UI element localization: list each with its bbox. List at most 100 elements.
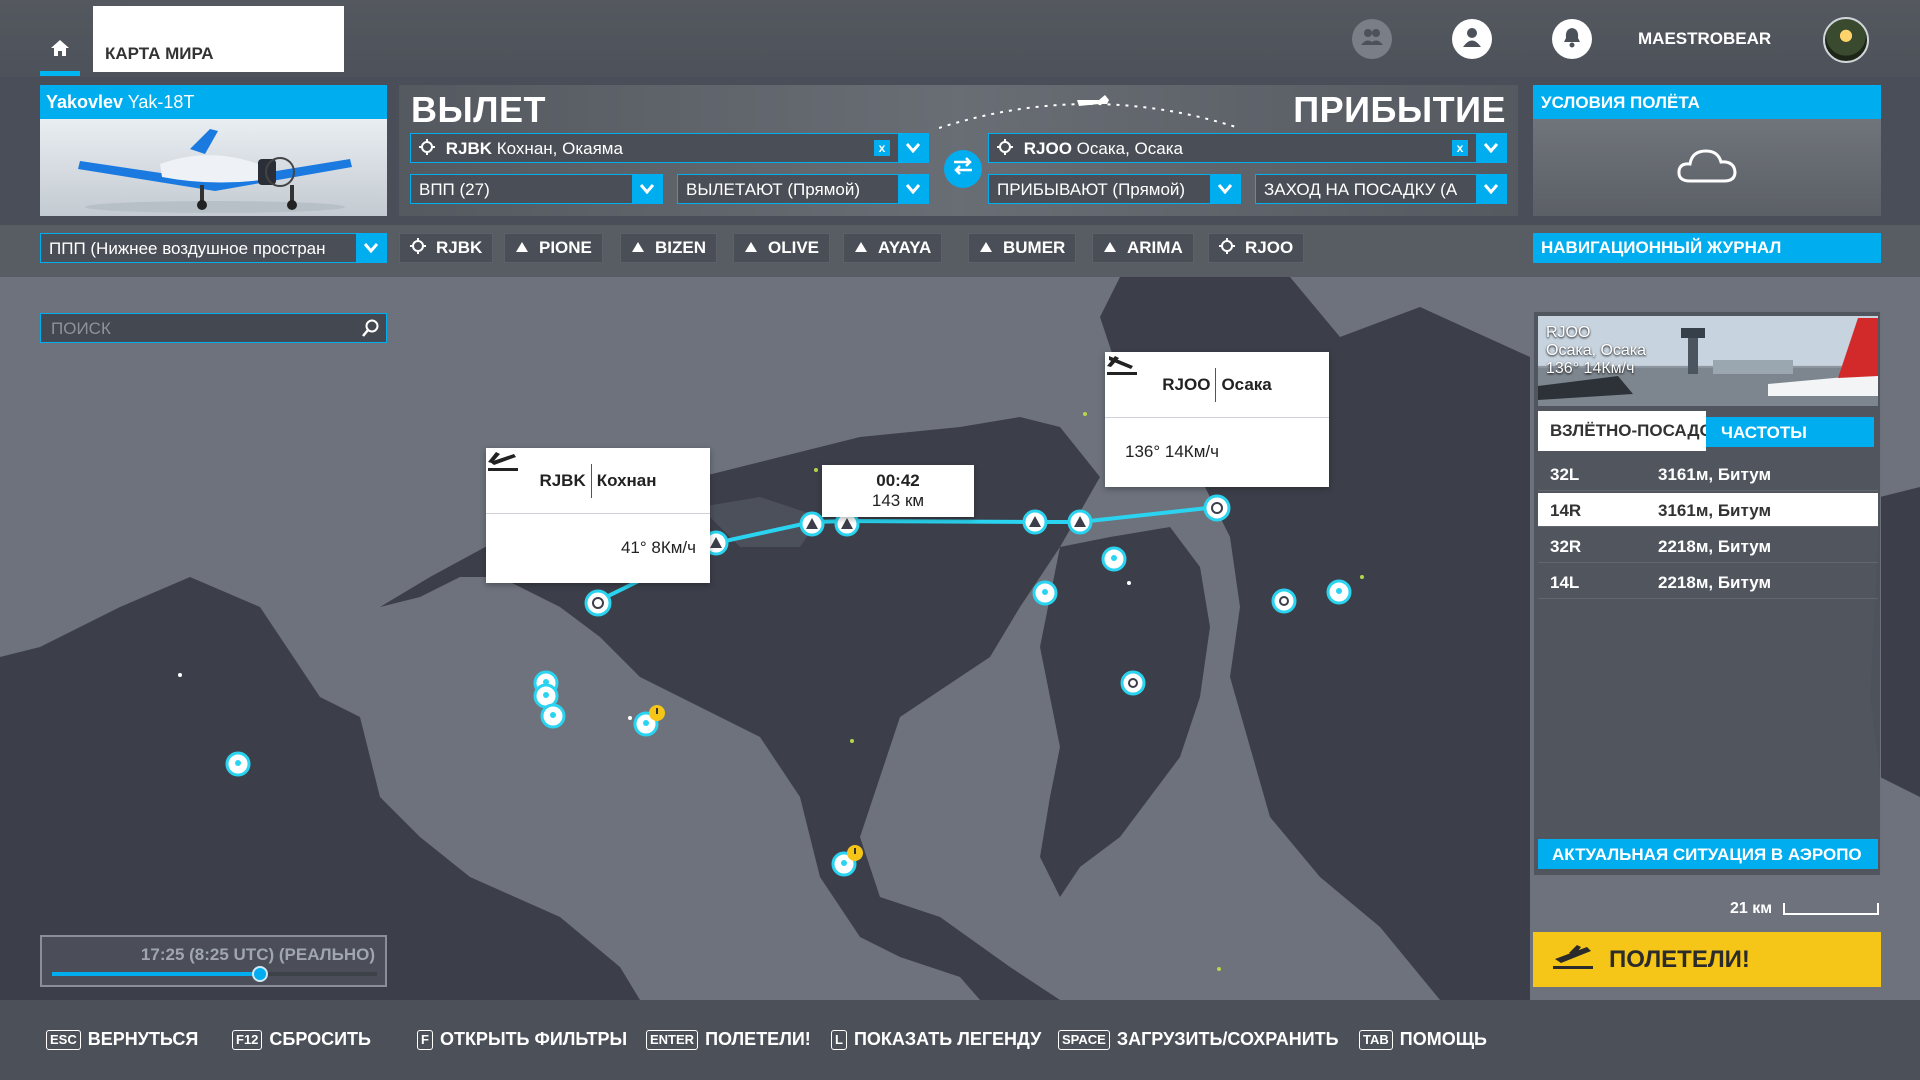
airport-icon: [1219, 237, 1235, 259]
username[interactable]: MAESTROBEAR: [1638, 29, 1771, 49]
route-waypoint[interactable]: [1067, 509, 1093, 535]
waypoint-chip[interactable]: RJBK: [399, 233, 494, 263]
runway-info: 3161м, Битум: [1658, 465, 1772, 484]
airport-live-status-button[interactable]: АКТУАЛЬНАЯ СИТУАЦИЯ В АЭРОПО: [1538, 839, 1878, 869]
plane-icon: [938, 90, 1240, 135]
chevron-down-icon[interactable]: [1476, 134, 1506, 162]
fly-button[interactable]: ПОЛЕТЕЛИ!: [1533, 932, 1881, 987]
poi-pin[interactable]: [1326, 579, 1352, 605]
route-waypoint[interactable]: [1022, 509, 1048, 535]
search-input[interactable]: ПОИСК: [40, 313, 387, 343]
hint-key: F: [417, 1029, 433, 1050]
notifications-button[interactable]: [1552, 19, 1592, 59]
airport-marker[interactable]: [1271, 588, 1297, 614]
runway-info: 2218м, Битум: [1658, 537, 1772, 556]
hint-back[interactable]: ESC ВЕРНУТЬСЯ: [46, 1029, 198, 1050]
arrival-airport-field[interactable]: RJOO Осака, Осака x: [988, 133, 1507, 163]
search-icon[interactable]: [362, 319, 380, 342]
arrival-airport-code: RJOO: [1023, 139, 1072, 158]
clear-icon[interactable]: x: [1452, 140, 1468, 156]
hint-label: ЗАГРУЗИТЬ/СОХРАНИТЬ: [1116, 1029, 1339, 1049]
time-of-day-control[interactable]: 17:25 (8:25 UTC) (РЕАЛЬНО): [40, 935, 387, 987]
waypoint-name: BIZEN: [655, 238, 706, 257]
hint-filters[interactable]: F ОТКРЫТЬ ФИЛЬТРЫ: [417, 1029, 627, 1050]
waypoint-icon: [1103, 238, 1117, 258]
runway-id: 14L: [1550, 573, 1580, 592]
time-slider-fill: [52, 972, 260, 976]
scale-bar: [1782, 902, 1879, 915]
departure-airport-marker[interactable]: [584, 589, 612, 617]
chevron-down-icon[interactable]: [898, 134, 928, 162]
waypoint-chip[interactable]: BUMER: [968, 233, 1077, 263]
waypoint-name: RJBK: [436, 238, 483, 257]
arrival-callout[interactable]: RJOO Осака 136° 14Км/ч: [1105, 352, 1329, 487]
leg-distance: 143 км: [871, 491, 925, 510]
runway-id: 32L: [1550, 465, 1580, 484]
airport-code: RJOO: [1546, 324, 1591, 341]
route-waypoint[interactable]: [799, 511, 825, 537]
nav-log-button[interactable]: НАВИГАЦИОННЫЙ ЖУРНАЛ: [1533, 233, 1881, 263]
approach-select[interactable]: ЗАХОД НА ПОСАДКУ (А: [1255, 174, 1507, 204]
hint-fly[interactable]: ENTER ПОЛЕТЕЛИ!: [646, 1029, 811, 1050]
warning-icon: [649, 705, 665, 721]
search-placeholder: ПОИСК: [51, 319, 111, 338]
waypoint-chip[interactable]: RJOO: [1208, 233, 1305, 263]
waypoint-icon: [744, 238, 758, 258]
waypoint-chip[interactable]: OLIVE: [733, 233, 831, 263]
airport-icon: [410, 237, 426, 259]
home-button[interactable]: [40, 30, 80, 76]
airport-wind: 136° 14Км/ч: [1546, 360, 1635, 377]
arrival-procedure-select[interactable]: ПРИБЫВАЮТ (Прямой): [988, 174, 1241, 204]
hint-reset[interactable]: F12 СБРОСИТЬ: [232, 1029, 371, 1050]
departure-callout[interactable]: RJBK Кохнан 41° 8Км/ч: [486, 448, 710, 583]
departure-procedure-select[interactable]: ВЫЛЕТАЮТ (Прямой): [677, 174, 929, 204]
poi-pin[interactable]: [1032, 580, 1058, 606]
runway-row-selected[interactable]: 14R 3161м, Битум: [1538, 493, 1878, 527]
chevron-down-icon[interactable]: [898, 175, 928, 203]
aircraft-panel[interactable]: Yakovlev Yak-18T: [40, 85, 387, 216]
chevron-down-icon[interactable]: [1210, 175, 1240, 203]
hint-label: ПОКАЗАТЬ ЛЕГЕНДУ: [853, 1029, 1042, 1049]
land-mass: [1040, 527, 1210, 897]
friends-button[interactable]: [1352, 19, 1392, 59]
time-value: 17:25 (8:25 UTC) (РЕАЛЬНО): [140, 945, 375, 964]
waypoint-chip[interactable]: BIZEN: [620, 233, 717, 263]
poi-pin[interactable]: [540, 703, 566, 729]
waypoint-name: AYAYA: [878, 238, 932, 257]
runway-row[interactable]: 32L 3161м, Битум: [1538, 457, 1878, 491]
waypoint-chip[interactable]: PIONE: [504, 233, 603, 263]
runway-select[interactable]: ВПП (27): [410, 174, 663, 204]
poi-pin[interactable]: [1101, 546, 1127, 572]
arrival-airport-marker[interactable]: [1203, 494, 1231, 522]
flight-conditions-panel[interactable]: УСЛОВИЯ ПОЛЁТА: [1533, 85, 1881, 216]
swap-icon: [952, 156, 974, 182]
tab-runways[interactable]: ВЗЛЁТНО-ПОСАДОЧНЫЕ: [1538, 411, 1706, 451]
runway-row[interactable]: 14L 2218м, Битум: [1538, 565, 1878, 599]
departure-airport-field[interactable]: RJBK Кохнан, Окаяма x: [410, 133, 929, 163]
departure-airport-code: RJBK: [445, 139, 493, 158]
poi-pin[interactable]: [225, 751, 251, 777]
chevron-down-icon[interactable]: [632, 175, 662, 203]
hint-key: SPACE: [1058, 1029, 1110, 1050]
hint-legend[interactable]: L ПОКАЗАТЬ ЛЕГЕНДУ: [831, 1029, 1041, 1050]
leg-info: 00:42 143 км: [822, 465, 974, 517]
waypoint-chip[interactable]: ARIMA: [1092, 233, 1194, 263]
clear-icon[interactable]: x: [874, 140, 890, 156]
flight-type-select[interactable]: ППП (Нижнее воздушное простран: [40, 233, 387, 263]
bottom-hint-bar: ESC ВЕРНУТЬСЯ F12 СБРОСИТЬ F ОТКРЫТЬ ФИЛ…: [0, 1000, 1920, 1080]
aircraft-model: Yak-18T: [127, 92, 195, 112]
waypoint-chip[interactable]: AYAYA: [843, 233, 943, 263]
runway-row[interactable]: 32R 2218м, Битум: [1538, 529, 1878, 563]
world-map-tab[interactable]: КАРТА МИРА: [93, 6, 344, 72]
time-slider-handle[interactable]: [252, 966, 268, 982]
airport-marker[interactable]: [1120, 670, 1146, 696]
avatar[interactable]: [1823, 17, 1869, 63]
chevron-down-icon[interactable]: [1476, 175, 1506, 203]
hint-help[interactable]: TAB ПОМОЩЬ: [1359, 1029, 1487, 1050]
chevron-down-icon[interactable]: [356, 234, 386, 262]
profile-button[interactable]: [1452, 19, 1492, 59]
hint-load-save[interactable]: SPACE ЗАГРУЗИТЬ/СОХРАНИТЬ: [1058, 1029, 1339, 1050]
time-slider[interactable]: [52, 966, 377, 982]
tab-frequencies[interactable]: ЧАСТОТЫ: [1706, 417, 1874, 447]
swap-button[interactable]: [944, 150, 982, 188]
